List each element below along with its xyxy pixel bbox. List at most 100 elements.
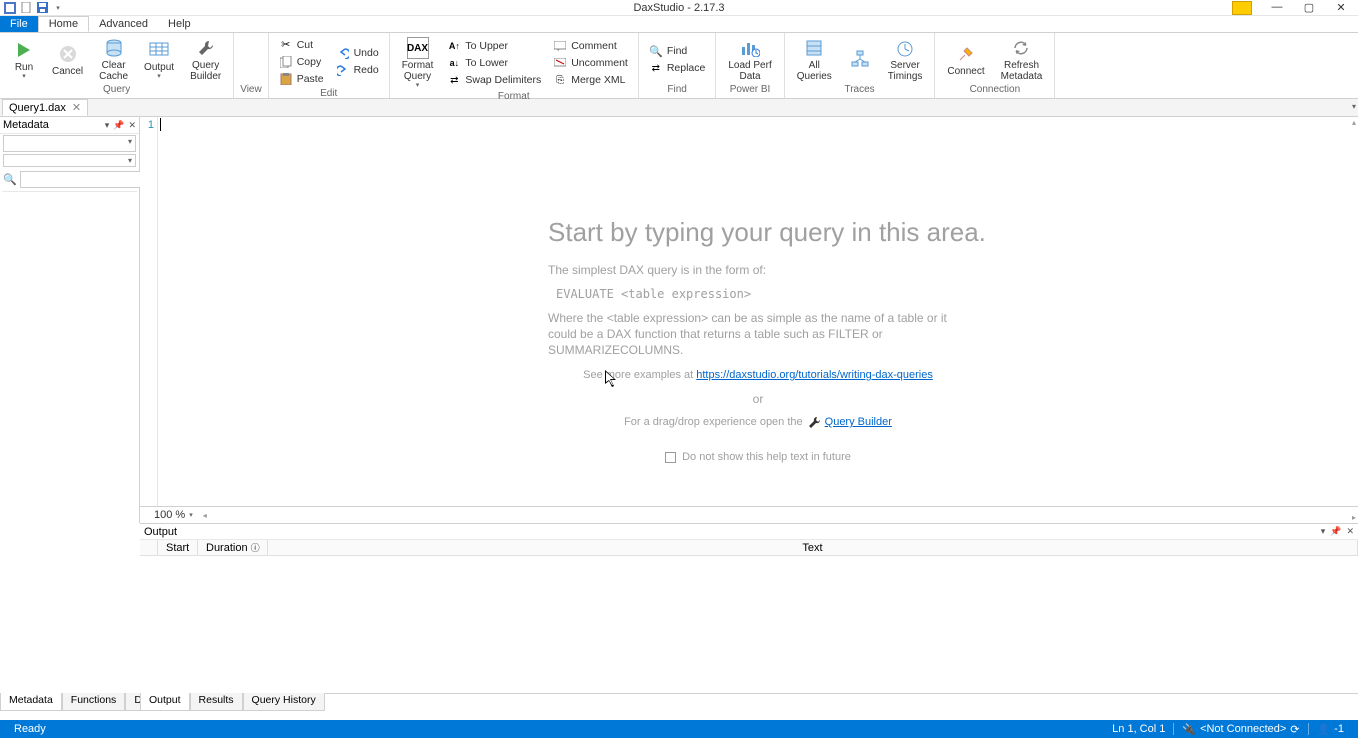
flag-button[interactable] — [1232, 1, 1252, 15]
group-edit-label: Edit — [275, 88, 383, 99]
output-pin-icon[interactable]: 📌 — [1330, 526, 1341, 537]
minimize-button[interactable]: — — [1270, 1, 1284, 15]
query-plan-button[interactable] — [842, 46, 878, 73]
tab-output[interactable]: Output — [140, 693, 190, 711]
watermark-drag: For a drag/drop experience open the — [624, 416, 803, 428]
model-combo[interactable] — [3, 154, 136, 167]
output-col-start[interactable]: Start — [158, 540, 198, 555]
swap-delim-button[interactable]: ⇄Swap Delimiters — [443, 73, 545, 88]
undo-button[interactable]: Undo — [332, 46, 383, 61]
editor-watermark: Start by typing your query in this area.… — [548, 217, 968, 463]
clear-cache-button[interactable]: Clear Cache — [93, 35, 134, 84]
statusbar: Ready Ln 1, Col 1 🔌 <Not Connected> ⟳ 👤 … — [0, 720, 1358, 738]
to-upper-button[interactable]: A↑To Upper — [443, 39, 545, 54]
database-combo[interactable] — [3, 135, 136, 152]
cut-button[interactable]: ✂Cut — [275, 37, 328, 52]
all-queries-button[interactable]: All Queries — [791, 35, 838, 84]
watermark-see-more: See more examples at https://daxstudio.o… — [548, 366, 968, 383]
menubar: File Home Advanced Help — [0, 16, 1358, 33]
run-button[interactable]: Run▾ — [6, 37, 42, 82]
metadata-tree[interactable] — [2, 191, 137, 523]
output-col-duration[interactable]: Durationⓘ — [198, 540, 268, 555]
copy-button[interactable]: Copy — [275, 54, 328, 69]
uncomment-button[interactable]: Uncomment — [549, 56, 632, 71]
tab-results[interactable]: Results — [190, 693, 243, 711]
group-find-label: Find — [645, 84, 710, 98]
output-columns: Start Durationⓘ Text — [140, 540, 1358, 556]
zoom-dropdown-icon[interactable]: ▾ — [189, 511, 193, 519]
watermark-intro: The simplest DAX query is in the form of… — [548, 262, 968, 278]
paste-button[interactable]: Paste — [275, 71, 328, 86]
group-powerbi-label: Power BI — [722, 84, 777, 98]
group-query-label: Query — [6, 84, 227, 98]
editor-scroll-right[interactable]: ▸ — [1352, 513, 1356, 522]
maximize-button[interactable]: ▢ — [1302, 1, 1316, 15]
editor-scroll-up[interactable]: ▴ — [1352, 118, 1356, 127]
app-icon — [4, 2, 16, 14]
redo-button[interactable]: Redo — [332, 63, 383, 78]
comment-button[interactable]: Comment — [549, 39, 632, 54]
menu-file[interactable]: File — [0, 16, 38, 32]
tab-functions[interactable]: Functions — [62, 693, 126, 711]
format-query-button[interactable]: DAXFormat Query▾ — [396, 35, 440, 91]
group-view-label: View — [240, 84, 262, 98]
panel-pin-icon[interactable]: 📌 — [113, 120, 124, 131]
dont-show-checkbox[interactable] — [665, 452, 676, 463]
menu-home[interactable]: Home — [38, 16, 89, 32]
code-editor[interactable]: 1 Start by typing your query in this are… — [140, 117, 1358, 507]
cancel-button[interactable]: Cancel — [46, 41, 89, 79]
text-cursor — [160, 118, 161, 131]
status-position: Ln 1, Col 1 — [1104, 723, 1173, 735]
merge-xml-button[interactable]: ⎘Merge XML — [549, 73, 632, 88]
editor-content[interactable]: Start by typing your query in this area.… — [158, 117, 1358, 506]
titlebar: ▾ DaxStudio - 2.17.3 — ▢ ✕ — [0, 0, 1358, 16]
output-close-icon[interactable]: ✕ — [1346, 526, 1354, 537]
save-icon[interactable] — [36, 2, 48, 14]
merge-icon: ⎘ — [553, 73, 567, 87]
tab-metadata[interactable]: Metadata — [0, 693, 62, 711]
output-col-text[interactable]: Text — [268, 540, 1358, 555]
document-tab[interactable]: Query1.dax ✕ — [2, 99, 88, 116]
status-user: 👤 -1 — [1309, 723, 1352, 736]
tutorial-link[interactable]: https://daxstudio.org/tutorials/writing-… — [696, 369, 933, 381]
tab-history[interactable]: Query History — [243, 693, 325, 711]
load-perf-button[interactable]: Load Perf Data — [722, 35, 777, 84]
output-button[interactable]: Output▾ — [138, 37, 180, 82]
menu-help[interactable]: Help — [158, 16, 201, 32]
to-lower-button[interactable]: a↓To Lower — [443, 56, 545, 71]
query-builder-link[interactable]: Query Builder — [825, 416, 892, 428]
output-panel: Output ▾ 📌 ✕ Start Durationⓘ Text — [140, 523, 1358, 693]
editor-zoom-bar: 100 % ▾ ◂ ▸ — [140, 507, 1358, 523]
output-title: Output — [144, 526, 177, 538]
document-tab-strip: Query1.dax ✕ ▾ — [0, 99, 1358, 117]
dax-icon: DAX — [407, 37, 429, 59]
qat-dropdown-icon[interactable]: ▾ — [52, 2, 64, 14]
clear-cache-icon — [103, 37, 125, 59]
connect-button[interactable]: Connect — [941, 41, 990, 79]
output-menu-icon[interactable]: ▾ — [1321, 526, 1326, 537]
close-button[interactable]: ✕ — [1334, 1, 1348, 15]
wrench-icon — [807, 415, 821, 429]
status-ready: Ready — [6, 723, 54, 735]
zoom-value[interactable]: 100 % — [154, 509, 185, 521]
panel-close-icon[interactable]: ✕ — [128, 120, 136, 131]
play-icon — [13, 39, 35, 61]
plug-icon: 🔌 — [1182, 723, 1196, 736]
panel-menu-icon[interactable]: ▾ — [105, 120, 110, 131]
find-icon: 🔍 — [649, 44, 663, 58]
refresh-metadata-button[interactable]: Refresh Metadata — [995, 35, 1049, 84]
output-col-icon[interactable] — [140, 540, 158, 555]
menu-advanced[interactable]: Advanced — [89, 16, 158, 32]
tab-overflow-icon[interactable]: ▾ — [1352, 102, 1356, 111]
timings-icon — [894, 37, 916, 59]
find-button[interactable]: 🔍Find — [645, 44, 710, 59]
query-builder-button[interactable]: Query Builder — [184, 35, 227, 84]
editor-scroll-left[interactable]: ◂ — [203, 511, 207, 520]
watermark-desc: Where the <table expression> can be as s… — [548, 310, 968, 358]
replace-button[interactable]: ⇄Replace — [645, 61, 710, 76]
close-tab-icon[interactable]: ✕ — [72, 101, 81, 114]
perf-icon — [739, 37, 761, 59]
output-body[interactable] — [140, 556, 1358, 693]
server-timings-button[interactable]: Server Timings — [882, 35, 929, 84]
new-icon[interactable] — [20, 2, 32, 14]
